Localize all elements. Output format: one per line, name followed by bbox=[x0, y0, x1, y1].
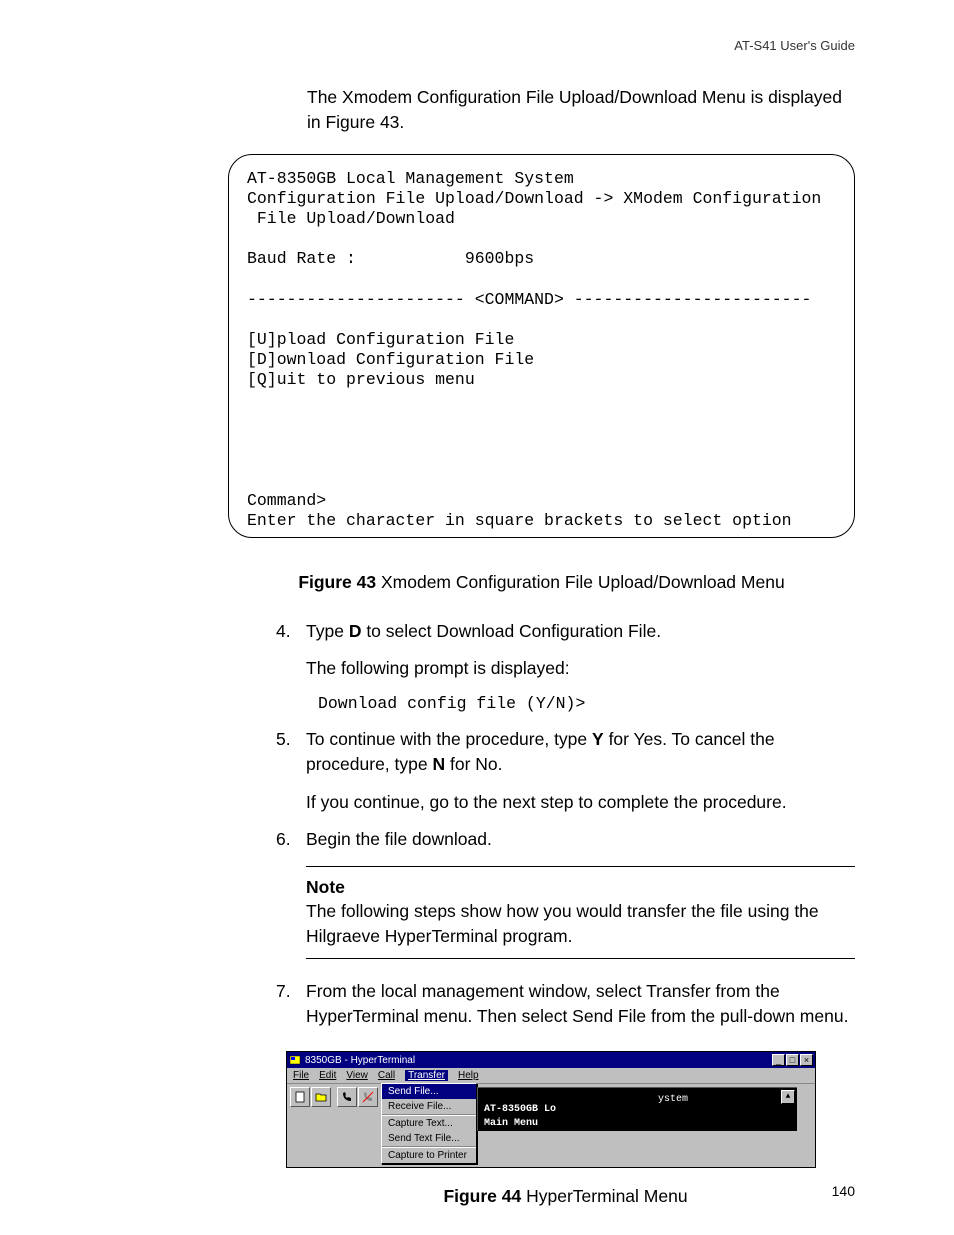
header-guide: AT-S41 User's Guide bbox=[0, 38, 855, 53]
note-rule-bottom bbox=[306, 958, 855, 959]
step-5-n: N bbox=[432, 754, 445, 774]
menu-file[interactable]: File bbox=[293, 1070, 309, 1081]
step-4-body: Type D to select Download Configuration … bbox=[306, 619, 855, 644]
step-7-body: From the local management window, select… bbox=[306, 979, 855, 1030]
menu-help[interactable]: Help bbox=[458, 1070, 479, 1081]
app-icon bbox=[289, 1054, 301, 1066]
toolbar-call-icon[interactable] bbox=[337, 1087, 357, 1107]
ht-window: 8350GB - HyperTerminal _ □ × File Edit V… bbox=[286, 1051, 816, 1168]
step-4-a: Type bbox=[306, 621, 349, 641]
step-5-c: for No. bbox=[445, 754, 502, 774]
toolbar-new-icon[interactable] bbox=[290, 1087, 310, 1107]
figure-43-caption: Figure 43 Xmodem Configuration File Uplo… bbox=[228, 572, 855, 593]
hyperterminal-screenshot: 8350GB - HyperTerminal _ □ × File Edit V… bbox=[286, 1051, 855, 1168]
menu-view[interactable]: View bbox=[346, 1070, 368, 1081]
dropdown-capture-printer[interactable]: Capture to Printer bbox=[382, 1148, 476, 1163]
ht-terminal-area: ystem AT-8350GB Lo Main Menu ▲ bbox=[477, 1087, 797, 1131]
step-4-key: D bbox=[349, 621, 362, 641]
fig43-text: Xmodem Configuration File Upload/Downloa… bbox=[376, 572, 785, 592]
page-content: The Xmodem Configuration File Upload/Dow… bbox=[0, 85, 855, 1207]
toolbar-separator bbox=[332, 1087, 336, 1161]
step-7: 7. From the local management window, sel… bbox=[276, 979, 855, 1030]
toolbar-open-icon[interactable] bbox=[311, 1087, 331, 1107]
toolbar-disconnect-icon[interactable] bbox=[358, 1087, 378, 1107]
step-7-num: 7. bbox=[276, 979, 306, 1030]
ht-row: Send File... Receive File... Capture Tex… bbox=[287, 1084, 815, 1164]
step-4-sub: The following prompt is displayed: bbox=[306, 656, 855, 681]
step-5-sub: If you continue, go to the next step to … bbox=[306, 790, 855, 815]
step-5-y: Y bbox=[592, 729, 604, 749]
menu-edit[interactable]: Edit bbox=[319, 1070, 336, 1081]
ht-title-text: 8350GB - HyperTerminal bbox=[305, 1055, 415, 1066]
fig44-label: Figure 44 bbox=[443, 1186, 521, 1206]
close-button[interactable]: × bbox=[800, 1054, 813, 1066]
step-4-b: to select Download Configuration File. bbox=[361, 621, 661, 641]
dropdown-send-text-file[interactable]: Send Text File... bbox=[382, 1131, 476, 1146]
figure-44-caption: Figure 44 HyperTerminal Menu bbox=[276, 1186, 855, 1207]
step-6-body: Begin the file download. bbox=[306, 827, 855, 852]
steps: 4. Type D to select Download Configurati… bbox=[228, 619, 855, 1207]
dropdown-send-file[interactable]: Send File... bbox=[382, 1084, 476, 1099]
ht-titlebar: 8350GB - HyperTerminal _ □ × bbox=[287, 1052, 815, 1068]
menu-transfer[interactable]: Transfer bbox=[405, 1070, 448, 1081]
term-line-1: AT-8350GB Lo bbox=[484, 1104, 556, 1115]
ht-toolbar bbox=[287, 1084, 381, 1164]
step-4-num: 4. bbox=[276, 619, 306, 644]
note-text: The following steps show how you would t… bbox=[306, 901, 819, 945]
step-6: 6. Begin the file download. bbox=[276, 827, 855, 852]
terminal-screen: AT-8350GB Local Management System Config… bbox=[228, 154, 855, 538]
step-4-code: Download config file (Y/N)> bbox=[318, 694, 855, 713]
dropdown-receive-file[interactable]: Receive File... bbox=[382, 1099, 476, 1114]
note-label: Note bbox=[306, 875, 855, 899]
intro-text: The Xmodem Configuration File Upload/Dow… bbox=[228, 85, 855, 136]
ht-menubar: File Edit View Call Transfer Help bbox=[287, 1068, 815, 1084]
page-number: 140 bbox=[832, 1183, 855, 1199]
ht-title: 8350GB - HyperTerminal bbox=[289, 1054, 415, 1066]
note-inner: Note The following steps show how you wo… bbox=[306, 867, 855, 957]
term-fragment: ystem bbox=[658, 1094, 688, 1105]
transfer-dropdown: Send File... Receive File... Capture Tex… bbox=[381, 1083, 477, 1164]
step-5-num: 5. bbox=[276, 727, 306, 778]
step-5: 5. To continue with the procedure, type … bbox=[276, 727, 855, 778]
scroll-up-button[interactable]: ▲ bbox=[781, 1090, 795, 1104]
menu-call[interactable]: Call bbox=[378, 1070, 395, 1081]
maximize-button[interactable]: □ bbox=[786, 1054, 799, 1066]
ht-window-buttons: _ □ × bbox=[772, 1054, 813, 1066]
step-5-a: To continue with the procedure, type bbox=[306, 729, 592, 749]
term-line-2: Main Menu bbox=[484, 1118, 538, 1129]
minimize-button[interactable]: _ bbox=[772, 1054, 785, 1066]
note-block: Note The following steps show how you wo… bbox=[306, 866, 855, 958]
fig44-text: HyperTerminal Menu bbox=[521, 1186, 687, 1206]
step-5-body: To continue with the procedure, type Y f… bbox=[306, 727, 855, 778]
dropdown-capture-text[interactable]: Capture Text... bbox=[382, 1116, 476, 1131]
menu-transfer-label: Transfer bbox=[408, 1070, 445, 1081]
step-4: 4. Type D to select Download Configurati… bbox=[276, 619, 855, 644]
fig43-label: Figure 43 bbox=[298, 572, 376, 592]
step-6-num: 6. bbox=[276, 827, 306, 852]
ht-bottom-edge bbox=[287, 1164, 815, 1167]
